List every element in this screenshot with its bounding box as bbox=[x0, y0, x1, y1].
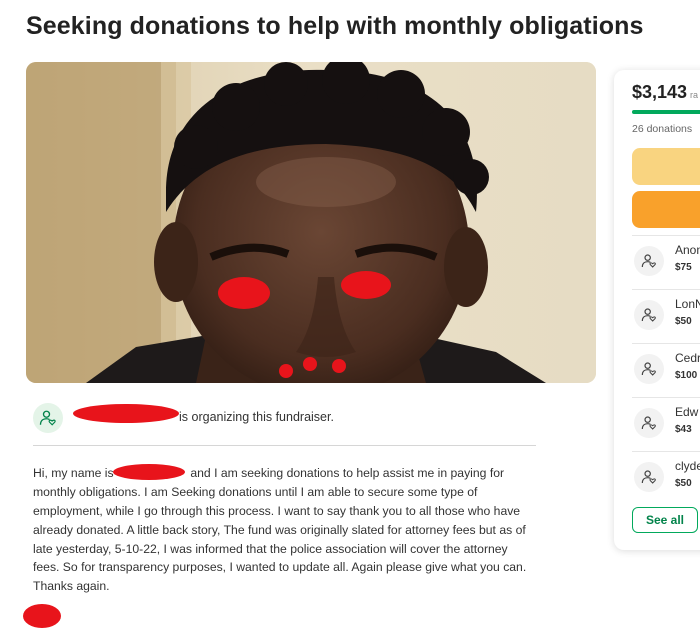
divider bbox=[33, 445, 536, 446]
progress-bar bbox=[632, 110, 700, 114]
donor-avatar bbox=[634, 246, 664, 276]
donor-amount: $100 bbox=[675, 370, 698, 381]
raised-label: ra bbox=[690, 90, 699, 100]
story-text: and I am seeking donations to help assis… bbox=[190, 466, 505, 480]
donor-name: LonN bbox=[675, 297, 700, 311]
donor-amount: $50 bbox=[675, 316, 692, 327]
donor-item[interactable]: LonN $50 bbox=[632, 289, 700, 343]
donor-name: Anon bbox=[675, 243, 700, 257]
donor-item[interactable]: Anon $75 bbox=[632, 235, 700, 289]
donor-amount: $50 bbox=[675, 478, 692, 489]
fundraiser-story: Hi, my name is and I am seeking donation… bbox=[33, 464, 543, 596]
story-line: late yesterday, 5-10-22, I was informed … bbox=[33, 541, 508, 556]
donation-sidebar: $3,143 ra 26 donations Anon $75 LonN $50 bbox=[614, 70, 700, 550]
donor-avatar bbox=[634, 408, 664, 438]
user-heart-icon bbox=[39, 410, 56, 426]
organizer-row: is organizing this fundraiser. bbox=[33, 403, 536, 433]
page-title: Seeking donations to help with monthly o… bbox=[26, 12, 644, 40]
share-button[interactable] bbox=[632, 148, 700, 185]
see-all-button[interactable]: See all bbox=[632, 507, 698, 533]
fundraiser-photo bbox=[26, 62, 596, 383]
story-line: already donated. A little back story, Th… bbox=[33, 522, 526, 537]
donor-name: clyde bbox=[675, 459, 700, 473]
story-line: employment, while I go through this proc… bbox=[33, 503, 521, 518]
donate-button[interactable] bbox=[632, 191, 700, 228]
donor-avatar bbox=[634, 354, 664, 384]
redacted-signature bbox=[23, 604, 61, 628]
donor-item[interactable]: clyde $50 bbox=[632, 451, 700, 505]
fundraiser-photo-image bbox=[26, 62, 596, 383]
user-heart-icon bbox=[641, 254, 656, 268]
redacted-organizer-name bbox=[73, 404, 179, 423]
user-heart-icon bbox=[641, 470, 656, 484]
story-line: Hi, my name is and I am seeking donation… bbox=[33, 464, 543, 483]
amount-raised: $3,143 bbox=[632, 82, 688, 102]
redaction-mark bbox=[112, 464, 185, 480]
user-heart-icon bbox=[641, 416, 656, 430]
donor-amount: $43 bbox=[675, 424, 692, 435]
donor-name: Cedr bbox=[675, 351, 700, 365]
progress-fill bbox=[632, 110, 700, 114]
story-line: monthly obligations. I am Seeking donati… bbox=[33, 484, 478, 499]
donor-item[interactable]: Cedr $100 bbox=[632, 343, 700, 397]
story-text: Hi, my name is bbox=[33, 466, 114, 480]
donor-name: Edw bbox=[675, 405, 699, 419]
organizer-text: is organizing this fundraiser. bbox=[179, 410, 334, 424]
story-line: fees. So for transparency purposes, I wa… bbox=[33, 560, 527, 575]
story-line: Thanks again. bbox=[33, 579, 110, 594]
donor-avatar bbox=[634, 462, 664, 492]
donor-avatar bbox=[634, 300, 664, 330]
user-heart-icon bbox=[641, 308, 656, 322]
donation-count: 26 donations bbox=[632, 123, 693, 135]
redacted-name bbox=[112, 464, 187, 480]
user-heart-icon bbox=[641, 362, 656, 376]
organizer-avatar[interactable] bbox=[33, 403, 63, 433]
donor-amount: $75 bbox=[675, 262, 692, 273]
donor-item[interactable]: Edw $43 bbox=[632, 397, 700, 451]
